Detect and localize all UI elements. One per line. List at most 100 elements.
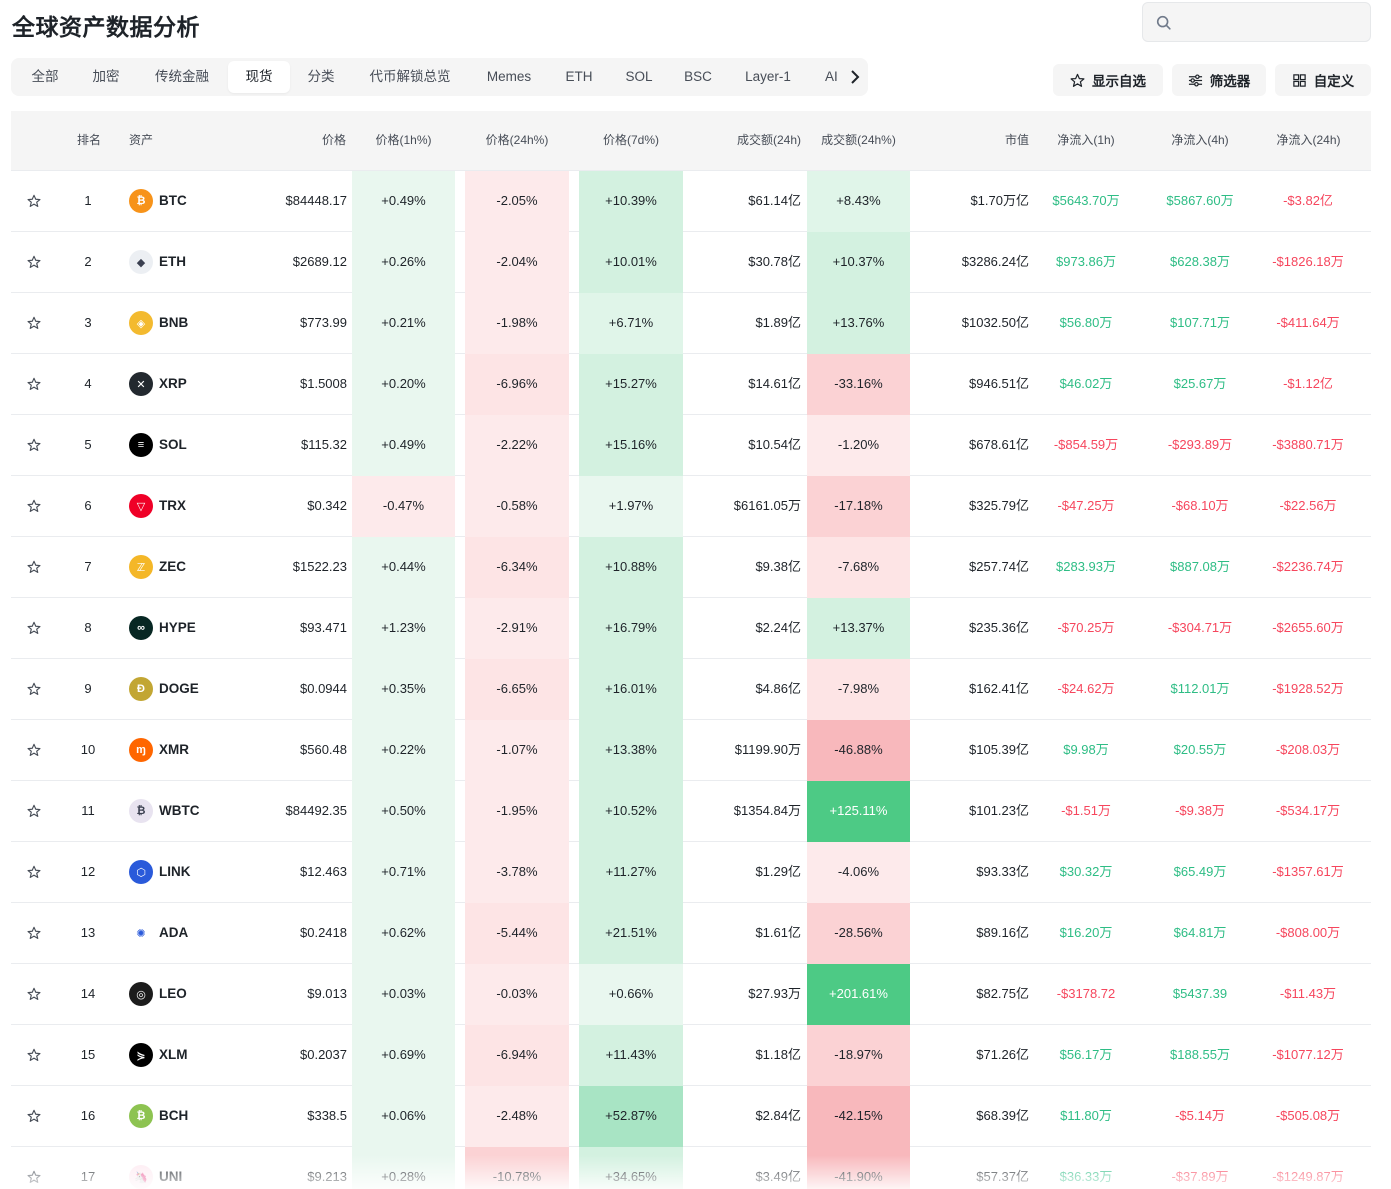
header-chg-24h[interactable]: 价格(24h%) [465, 111, 569, 171]
star-icon[interactable] [27, 926, 41, 940]
tab-9[interactable]: BSC [673, 61, 723, 93]
change-7d: +34.65% [579, 1147, 683, 1189]
table-row[interactable]: 15 ⋟ XLM $0.2037 +0.69% -6.94% +11.43% $1.18亿 -1… [11, 1025, 1371, 1086]
star-icon[interactable] [27, 316, 41, 330]
table-row[interactable]: 8 ∞ HYPE $93.471 +1.23% -2.91% +16.79% $2.24亿 +1… [11, 598, 1371, 659]
star-icon[interactable] [27, 804, 41, 818]
table-row[interactable]: 10 ɱ XMR $560.48 +0.22% -1.07% +13.38% $1199.90… [11, 720, 1371, 781]
asset-symbol[interactable]: SOL [159, 415, 187, 475]
customize-button[interactable]: 自定义 [1275, 64, 1371, 96]
table-row[interactable]: 17 🦄 UNI $9.213 +0.28% -10.78% +34.65% $3.49亿 -4… [11, 1147, 1371, 1189]
star-icon[interactable] [27, 743, 41, 757]
asset-symbol[interactable]: BNB [159, 293, 188, 353]
net-flow-4h: -$304.71万 [1167, 620, 1233, 635]
tab-8[interactable]: SOL [613, 61, 665, 93]
filter-button[interactable]: 筛选器 [1172, 64, 1266, 96]
asset-symbol[interactable]: XLM [159, 1025, 188, 1085]
table-row[interactable]: 4 ✕ XRP $1.5008 +0.20% -6.96% +15.27% $14.61亿 -3… [11, 354, 1371, 415]
header-chg-7d[interactable]: 价格(7d%) [579, 111, 683, 171]
tab-0[interactable]: 全部 [17, 61, 73, 93]
asset-symbol[interactable]: XMR [159, 720, 189, 780]
star-icon[interactable] [27, 987, 41, 1001]
asset-symbol[interactable]: BTC [159, 171, 187, 231]
header-volume[interactable]: 成交额(24h) [701, 111, 801, 171]
tab-3[interactable]: 现货 [228, 61, 290, 93]
table-row[interactable]: 9 Ð DOGE $0.0944 +0.35% -6.65% +16.01% $4.86亿 -7… [11, 659, 1371, 720]
table-row[interactable]: 12 ⬡ LINK $12.463 +0.71% -3.78% +11.27% $1.29亿 -… [11, 842, 1371, 903]
star-icon[interactable] [27, 621, 41, 635]
net-flow-24h: -$3880.71万 [1272, 437, 1344, 452]
table-row[interactable]: 16 ₿ BCH $338.5 +0.06% -2.48% +52.87% $2.84亿 -42… [11, 1086, 1371, 1147]
uniswap-icon: 🦄 [129, 1165, 153, 1189]
net-flow-24h: -$1826.18万 [1272, 254, 1344, 269]
star-icon[interactable] [27, 377, 41, 391]
change-7d: +15.27% [579, 354, 683, 415]
show-watchlist-button[interactable]: 显示自选 [1053, 64, 1163, 96]
asset-symbol[interactable]: LINK [159, 842, 191, 902]
header-asset[interactable]: 资产 [129, 111, 153, 171]
asset-symbol[interactable]: LEO [159, 964, 187, 1024]
asset-symbol[interactable]: UNI [159, 1147, 182, 1189]
price: $1.5008 [300, 376, 347, 391]
chevron-right-icon[interactable] [847, 68, 863, 86]
asset-symbol[interactable]: HYPE [159, 598, 196, 658]
asset-symbol[interactable]: BCH [159, 1086, 188, 1146]
table-row[interactable]: 7 ℤ ZEC $1522.23 +0.44% -6.34% +10.88% $9.38亿 -7… [11, 537, 1371, 598]
tab-11[interactable]: AI [817, 61, 847, 93]
star-icon[interactable] [27, 1048, 41, 1062]
net-flow-1h: $56.80万 [1059, 315, 1113, 330]
tab-10[interactable]: Layer-1 [731, 61, 805, 93]
table-row[interactable]: 5 ≡ SOL $115.32 +0.49% -2.22% +15.16% $10.54亿 -1… [11, 415, 1371, 476]
star-icon[interactable] [27, 865, 41, 879]
star-icon[interactable] [27, 194, 41, 208]
volume-24h: $1199.90万 [734, 742, 801, 757]
star-icon[interactable] [27, 255, 41, 269]
table-row[interactable]: 11 ₿ WBTC $84492.35 +0.50% -1.95% +10.52% $1354… [11, 781, 1371, 842]
table-row[interactable]: 13 ✺ ADA $0.2418 +0.62% -5.44% +21.51% $1.61亿 -2… [11, 903, 1371, 964]
tab-1[interactable]: 加密 [79, 61, 133, 93]
asset-symbol[interactable]: ADA [159, 903, 188, 963]
table-row[interactable]: 3 ◈ BNB $773.99 +0.21% -1.98% +6.71% $1.89亿 +13.… [11, 293, 1371, 354]
volume-24h: $1.89亿 [755, 315, 801, 330]
tab-7[interactable]: ETH [553, 61, 605, 93]
asset-symbol[interactable]: WBTC [159, 781, 200, 841]
asset-symbol[interactable]: TRX [159, 476, 186, 536]
header-rank[interactable]: 排名 [77, 111, 101, 171]
header-flow-24h[interactable]: 净流入(24h) [1256, 111, 1361, 171]
bnb-icon: ◈ [129, 311, 153, 335]
star-icon[interactable] [27, 499, 41, 513]
search-input[interactable] [1181, 9, 1361, 37]
header-volume-chg[interactable]: 成交额(24h%) [807, 111, 910, 171]
table-row[interactable]: 6 ▽ TRX $0.342 -0.47% -0.58% +1.97% $6161.05万 -1… [11, 476, 1371, 537]
rank: 12 [80, 864, 96, 879]
asset-symbol[interactable]: ZEC [159, 537, 186, 597]
header-flow-4h[interactable]: 净流入(4h) [1150, 111, 1250, 171]
tab-5[interactable]: 代币解锁总览 [356, 61, 464, 93]
star-icon[interactable] [27, 560, 41, 574]
tab-2[interactable]: 传统金融 [141, 61, 223, 93]
tab-6[interactable]: Memes [473, 61, 545, 93]
search-box[interactable] [1142, 2, 1371, 42]
star-icon[interactable] [27, 1170, 41, 1184]
header-price[interactable]: 价格 [251, 111, 346, 171]
net-flow-24h: -$1.12亿 [1283, 376, 1333, 391]
rank: 9 [84, 681, 92, 696]
table-row[interactable]: 1 ₿ BTC $84448.17 +0.49% -2.05% +10.39% $61.14亿… [11, 171, 1371, 232]
volume-change-24h: +8.43% [807, 171, 910, 232]
table-row[interactable]: 2 ◆ ETH $2689.12 +0.26% -2.04% +10.01% $30.78亿 +… [11, 232, 1371, 293]
star-icon[interactable] [27, 1109, 41, 1123]
table-row[interactable]: 14 ◎ LEO $9.013 +0.03% -0.03% +0.66% $27.93万 +20… [11, 964, 1371, 1025]
asset-symbol[interactable]: ETH [159, 232, 186, 292]
tab-4[interactable]: 分类 [290, 61, 352, 93]
asset-symbol[interactable]: DOGE [159, 659, 199, 719]
market-cap: $678.61亿 [969, 437, 1029, 452]
price: $1522.23 [292, 559, 347, 574]
header-flow-1h[interactable]: 净流入(1h) [1036, 111, 1136, 171]
star-icon[interactable] [27, 438, 41, 452]
header-market-cap[interactable]: 市值 [931, 111, 1029, 171]
volume-change-24h: -28.56% [807, 903, 910, 964]
star-icon[interactable] [27, 682, 41, 696]
header-chg-1h[interactable]: 价格(1h%) [352, 111, 455, 171]
asset-symbol[interactable]: XRP [159, 354, 187, 414]
show-watchlist-label: 显示自选 [1092, 74, 1146, 89]
